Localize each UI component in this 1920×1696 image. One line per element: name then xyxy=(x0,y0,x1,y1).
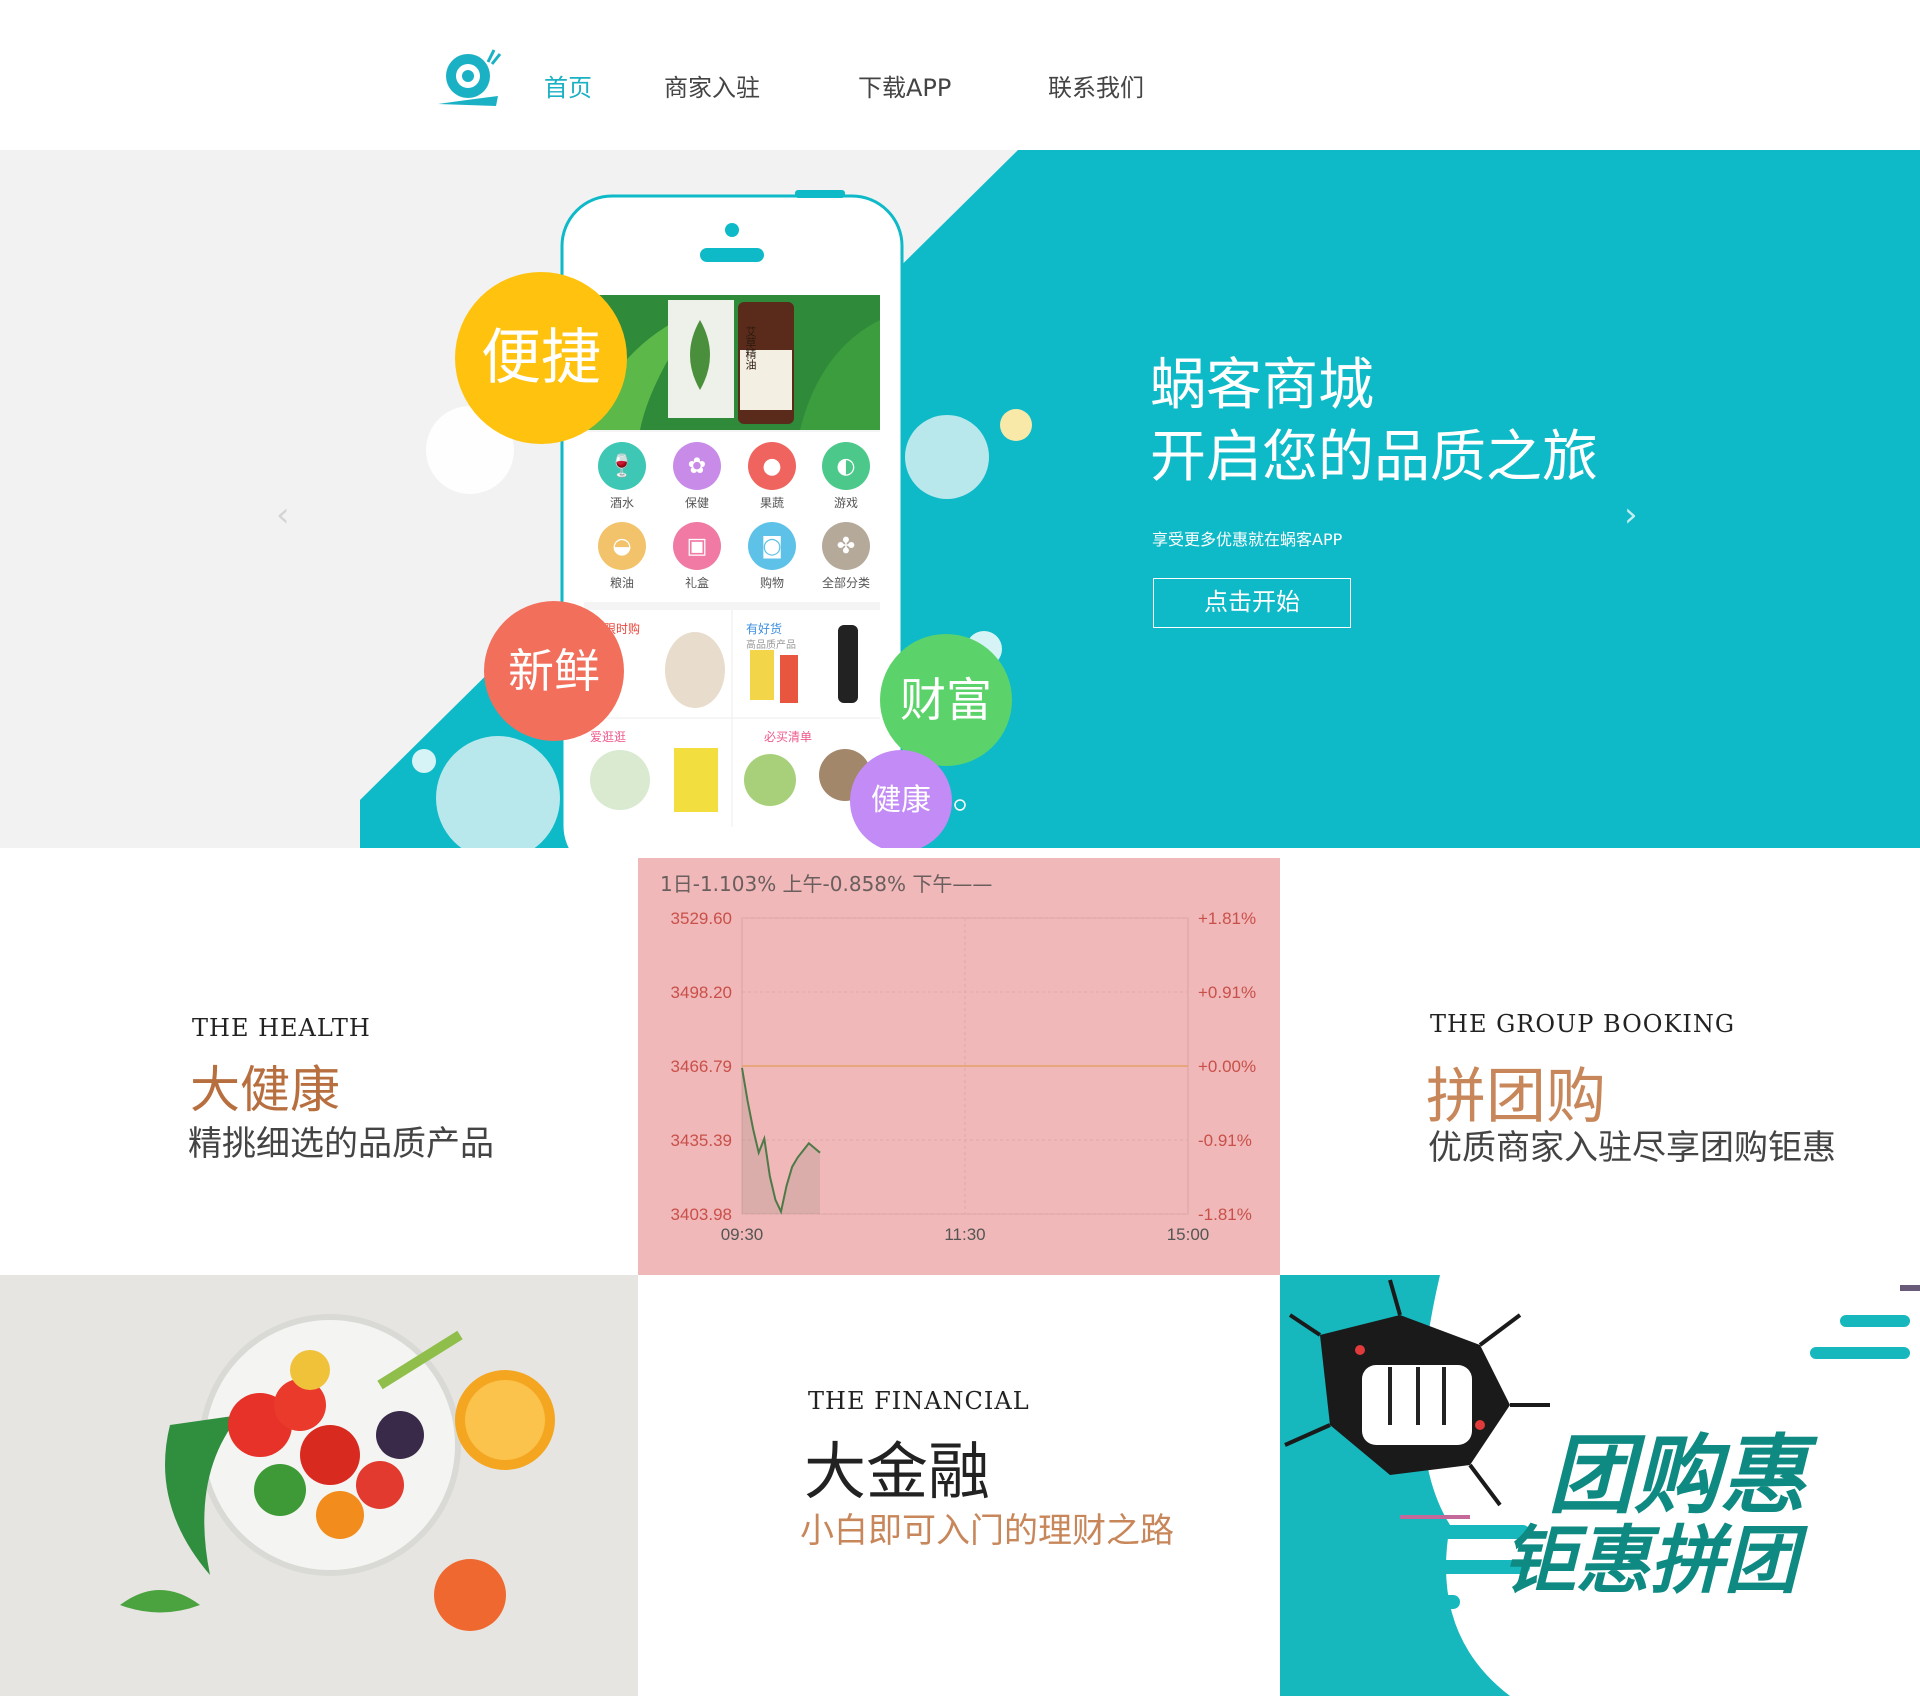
nav-contact-us[interactable]: 联系我们 xyxy=(1048,68,1144,103)
vegetable-plate-illustration xyxy=(120,1314,555,1631)
health-cn-title: 大健康 xyxy=(190,1061,340,1119)
nav-home[interactable]: 首页 xyxy=(544,68,592,103)
top-navigation: 首页 商家入驻 下载APP 联系我们 xyxy=(0,0,1920,150)
start-button[interactable]: 点击开始 xyxy=(1153,578,1351,628)
nav-download-app[interactable]: 下载APP xyxy=(858,68,951,103)
rice-bowl-icon: ◒ xyxy=(598,522,646,570)
category-item[interactable]: ● 果蔬 xyxy=(734,442,810,511)
group-booking-section: THE GROUP BOOKING 拼团购 优质商家入驻尽享团购钜惠 xyxy=(1280,858,1920,1275)
health-section: THE HEALTH 大健康 精挑细选的品质产品 xyxy=(0,858,638,1275)
category-item[interactable]: ▣ 礼盒 xyxy=(659,522,735,591)
financial-cn-title: 大金融 xyxy=(804,1435,991,1508)
group-buy-banner[interactable]: 团购惠 钜惠拼团 xyxy=(1280,1275,1920,1696)
x-tick: 09:30 xyxy=(721,1225,764,1244)
flower-icon: ✿ xyxy=(673,442,721,490)
hero-banner: 🍷 酒水 ✿ 保健 ● 果蔬 ◐ 游戏 ◒ 粮油 ▣ 礼盒 ◙ 购物 ✤ 全部分… xyxy=(0,150,1920,848)
group-en-title: THE GROUP BOOKING xyxy=(1430,1010,1736,1038)
bubble-fresh: 新鲜 xyxy=(484,601,624,741)
category-item[interactable]: 🍷 酒水 xyxy=(584,442,660,511)
y-tick-right: +0.00% xyxy=(1198,1057,1256,1076)
category-item[interactable]: ◒ 粮油 xyxy=(584,522,660,591)
x-tick: 15:00 xyxy=(1167,1225,1210,1244)
tag-browse[interactable]: 爱逛逛 xyxy=(590,728,626,745)
y-tick-right: +0.91% xyxy=(1198,983,1256,1002)
y-tick-right: -1.81% xyxy=(1198,1205,1252,1224)
y-tick-left: 3403.98 xyxy=(671,1205,732,1224)
series-area xyxy=(742,1067,820,1214)
financial-subtitle: 小白即可入门的理财之路 xyxy=(800,1511,1174,1551)
financial-en-title: THE FINANCIAL xyxy=(808,1387,1030,1415)
hero-subtitle: 享受更多优惠就在蜗客APP xyxy=(1152,530,1343,549)
health-en-title: THE HEALTH xyxy=(192,1014,371,1042)
financial-section: THE FINANCIAL 大金融 小白即可入门的理财之路 xyxy=(638,1275,1280,1696)
snail-logo-icon[interactable] xyxy=(436,46,502,108)
y-tick-right: +1.81% xyxy=(1198,909,1256,928)
bubble-health: 健康 xyxy=(850,750,952,848)
game-icon: ◐ xyxy=(822,442,870,490)
category-item[interactable]: ◐ 游戏 xyxy=(808,442,884,511)
x-tick: 11:30 xyxy=(944,1225,985,1244)
y-tick-left: 3498.20 xyxy=(671,983,732,1002)
nav-merchant-join[interactable]: 商家入驻 xyxy=(664,68,760,103)
vegetables-image xyxy=(0,1275,638,1696)
y-tick-left: 3529.60 xyxy=(671,909,732,928)
prev-slide-arrow-icon[interactable]: ‹ xyxy=(276,495,290,535)
grid-icon: ✤ xyxy=(822,522,870,570)
stock-chart: 3529.60 +1.81% 3498.20 +0.91% 3466.79 +0.00% 3… xyxy=(671,909,1257,1244)
product-label: 艾草精油 xyxy=(744,326,757,370)
category-item[interactable]: ✤ 全部分类 xyxy=(808,522,884,591)
tag-must-buy[interactable]: 必买清单 xyxy=(764,728,812,745)
stock-chart-panel: 1日-1.103% 上午-0.858% 下午—— 3529.60 +1.81% 34… xyxy=(638,858,1280,1275)
y-tick-left: 3466.79 xyxy=(671,1057,732,1076)
bag-icon: ◙ xyxy=(748,522,796,570)
health-subtitle: 精挑细选的品质产品 xyxy=(188,1124,494,1164)
category-item[interactable]: ✿ 保健 xyxy=(659,442,735,511)
tag-good-items-sub: 高品质产品 xyxy=(746,640,796,651)
y-tick-right: -0.91% xyxy=(1198,1131,1252,1150)
hero-title: 蜗客商城 开启您的品质之旅 xyxy=(1150,353,1598,490)
group-subtitle: 优质商家入驻尽享团购钜惠 xyxy=(1428,1128,1836,1168)
y-tick-left: 3435.39 xyxy=(671,1131,732,1150)
category-item[interactable]: ◙ 购物 xyxy=(734,522,810,591)
bottle-icon: 🍷 xyxy=(598,442,646,490)
banner-line2: 钜惠拼团 xyxy=(1502,1518,1798,1604)
tomato-icon: ● xyxy=(748,442,796,490)
bubble-wealth: 财富 xyxy=(880,634,1012,766)
next-slide-arrow-icon[interactable]: › xyxy=(1624,495,1638,535)
gift-icon: ▣ xyxy=(673,522,721,570)
bubble-convenient: 便捷 xyxy=(455,272,627,444)
tag-good-items[interactable]: 有好货 xyxy=(746,620,782,637)
